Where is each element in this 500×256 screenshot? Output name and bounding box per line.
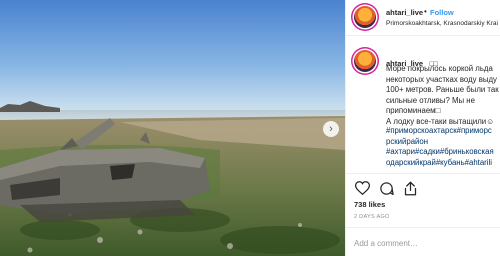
post-details-panel: ahtari_live • Follow Primorskoakhtarsk, … [345, 0, 500, 256]
caption-hashtags[interactable]: #приморскоахтарск#приморс рскийрайон #ах… [386, 126, 500, 168]
author-avatar[interactable] [354, 6, 376, 28]
comment-input[interactable] [354, 236, 494, 250]
post-photo[interactable]: › [0, 0, 345, 256]
share-icon [404, 181, 416, 195]
follow-button[interactable]: Follow [430, 8, 454, 17]
heart-icon [354, 181, 370, 195]
caption-author-avatar[interactable] [354, 50, 376, 72]
chevron-right-icon: › [329, 122, 333, 135]
comment-button[interactable] [378, 180, 394, 196]
photo-image [0, 0, 345, 256]
post-timestamp[interactable]: 2 DAYS AGO [354, 214, 390, 220]
likes-count[interactable]: 738 likes [354, 200, 385, 209]
divider [346, 227, 500, 228]
like-button[interactable] [354, 180, 370, 196]
caption-text: Море покрылось коркой льда некоторых уча… [386, 64, 499, 126]
divider [346, 173, 500, 174]
action-bar [354, 178, 418, 198]
separator-dot: • [424, 7, 427, 16]
next-photo-button[interactable]: › [323, 121, 339, 137]
comment-icon [379, 181, 394, 195]
post-header: ahtari_live • Follow Primorskoakhtarsk, … [346, 0, 500, 36]
share-button[interactable] [402, 180, 418, 196]
post-location[interactable]: Primorskoakhtarsk, Krasnodarskiy Krai [386, 20, 498, 27]
caption: ahtari_live □□ Море покрылось коркой льд… [346, 44, 500, 174]
author-username[interactable]: ahtari_live [386, 8, 423, 17]
